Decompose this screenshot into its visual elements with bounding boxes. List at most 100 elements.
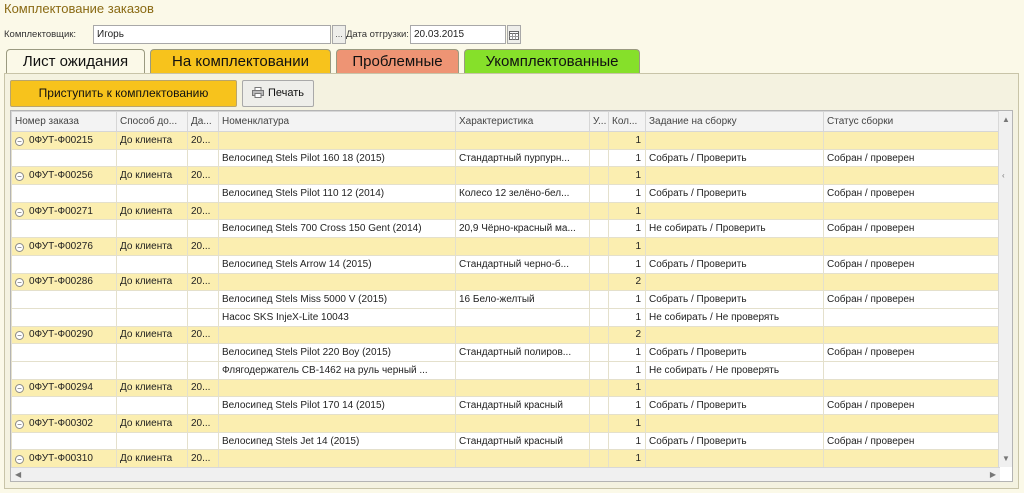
cell-assembly-task [645, 414, 824, 433]
cell-delivery-method [116, 184, 188, 203]
collapse-icon[interactable]: − [15, 136, 24, 146]
col-unit[interactable]: У... [589, 111, 609, 132]
order-item-row[interactable]: Велосипед Stels Jet 14 (2015) Стандартный… [11, 431, 1000, 451]
orders-table: Номер заказа Способ до... Да... Номенкла… [10, 110, 1013, 482]
col-characteristic[interactable]: Характеристика [455, 111, 590, 132]
picker-input[interactable]: Игорь [93, 25, 331, 44]
picker-select-button[interactable]: ... [332, 25, 346, 44]
cell-assembly-task [645, 378, 824, 398]
order-group-row[interactable]: −0ФУТ-Ф00271 До клиента 20... 1 [11, 201, 1000, 221]
tab-waiting-list[interactable]: Лист ожидания [6, 49, 145, 74]
cell-order-number: −0ФУТ-Ф00256 [11, 166, 117, 186]
tab-completed[interactable]: Укомплектованные [464, 49, 640, 74]
cell-nomenclature: Велосипед Stels Jet 14 (2015) [218, 431, 456, 451]
cell-assembly-status: Собран / проверен [823, 184, 1000, 203]
cell-nomenclature: Велосипед Stels Miss 5000 V (2015) [218, 290, 456, 309]
order-group-row[interactable]: −0ФУТ-Ф00286 До клиента 20... 2 [11, 272, 1000, 292]
order-group-row[interactable]: −0ФУТ-Ф00302 До клиента 20... 1 [11, 414, 1000, 433]
order-number: 0ФУТ-Ф00290 [29, 329, 93, 341]
cell-assembly-status [823, 449, 1000, 469]
cell-characteristic [455, 237, 590, 256]
cell-assembly-task: Собрать / Проверить [645, 343, 824, 362]
order-item-row[interactable]: Велосипед Stels Arrow 14 (2015) Стандартн… [11, 254, 1000, 274]
tab-in-assembly[interactable]: На комплектовании [150, 49, 331, 74]
cell-unit [589, 254, 609, 274]
cell-delivery-method: До клиента [116, 201, 188, 221]
collapse-icon[interactable]: − [15, 242, 24, 252]
order-item-row[interactable]: Велосипед Stels Pilot 110 12 (2014) Колес… [11, 184, 1000, 203]
collapse-icon[interactable]: − [15, 331, 24, 341]
print-button[interactable]: Печать [242, 80, 314, 107]
calendar-button[interactable] [507, 25, 521, 44]
table-header: Номер заказа Способ до... Да... Номенкла… [11, 111, 1000, 132]
cell-delivery-method [116, 254, 188, 274]
start-assembly-button[interactable]: Приступить к комплектованию [10, 80, 237, 107]
cell-date: 20... [187, 449, 219, 469]
collapse-icon[interactable]: − [15, 207, 24, 217]
order-item-row[interactable]: Велосипед Stels 700 Cross 150 Gent (2014… [11, 219, 1000, 239]
collapse-icon[interactable]: − [15, 455, 24, 465]
cell-characteristic: Стандартный красный [455, 396, 590, 415]
cell-order-number: −0ФУТ-Ф00276 [11, 237, 117, 256]
order-group-row[interactable]: −0ФУТ-Ф00215 До клиента 20... 1 [11, 131, 1000, 150]
cell-assembly-status [823, 414, 1000, 433]
collapse-icon[interactable]: − [15, 278, 24, 288]
cell-date: 20... [187, 414, 219, 433]
cell-unit [589, 201, 609, 221]
order-number: 0ФУТ-Ф00294 [29, 382, 93, 394]
cell-characteristic: Колесо 12 зелёно-бел... [455, 184, 590, 203]
scroll-up-icon[interactable]: ▲ [1002, 115, 1010, 124]
collapse-icon[interactable]: − [15, 172, 24, 182]
scroll-right-icon[interactable]: ▶ [990, 470, 996, 479]
order-item-row[interactable]: Велосипед Stels Miss 5000 V (2015) 16 Бел… [11, 290, 1000, 309]
cell-quantity: 1 [608, 184, 646, 203]
vertical-scrollbar[interactable]: ▲ ‹ ▼ [998, 111, 1012, 467]
calendar-icon [509, 31, 519, 40]
cell-date [187, 254, 219, 274]
order-item-row[interactable]: Флягодержатель СВ-1462 на руль черный ..… [11, 360, 1000, 380]
cell-order-number: −0ФУТ-Ф00215 [11, 131, 117, 150]
cell-order-number [11, 290, 117, 309]
cell-unit [589, 166, 609, 186]
cell-date [187, 360, 219, 380]
scroll-left-icon[interactable]: ◀ [15, 470, 21, 479]
order-group-row[interactable]: −0ФУТ-Ф00294 До клиента 20... 1 [11, 378, 1000, 398]
cell-delivery-method: До клиента [116, 166, 188, 186]
cell-date [187, 148, 219, 168]
printer-icon [251, 87, 264, 98]
col-assembly-task[interactable]: Задание на сборку [645, 111, 824, 132]
order-item-row[interactable]: Велосипед Stels Pilot 170 14 (2015) Станд… [11, 396, 1000, 415]
col-order-number[interactable]: Номер заказа [11, 111, 117, 132]
cell-characteristic: Стандартный красный [455, 431, 590, 451]
col-quantity[interactable]: Кол... [608, 111, 646, 132]
cell-characteristic: 20,9 Чёрно-красный ма... [455, 219, 590, 239]
order-item-row[interactable]: Велосипед Stels Pilot 160 18 (2015) Станд… [11, 148, 1000, 168]
col-date[interactable]: Да... [187, 111, 219, 132]
collapse-icon[interactable]: − [15, 419, 24, 429]
date-input[interactable]: 20.03.2015 [410, 25, 506, 44]
cell-date: 20... [187, 131, 219, 150]
cell-assembly-task: Собрать / Проверить [645, 254, 824, 274]
tab-problematic[interactable]: Проблемные [336, 49, 459, 74]
order-item-row[interactable]: Насос SKS InjeX-Lite 10043 1 Не собирать /… [11, 307, 1000, 327]
scroll-thumb-icon[interactable]: ‹ [1002, 171, 1005, 180]
col-assembly-status[interactable]: Статус сборки [823, 111, 1000, 132]
cell-nomenclature: Велосипед Stels Pilot 110 12 (2014) [218, 184, 456, 203]
col-nomenclature[interactable]: Номенклатура [218, 111, 456, 132]
order-group-row[interactable]: −0ФУТ-Ф00276 До клиента 20... 1 [11, 237, 1000, 256]
order-item-row[interactable]: Велосипед Stels Pilot 220 Boy (2015) Стан… [11, 343, 1000, 362]
cell-characteristic [455, 272, 590, 292]
cell-order-number [11, 343, 117, 362]
cell-delivery-method: До клиента [116, 378, 188, 398]
scroll-down-icon[interactable]: ▼ [1002, 454, 1010, 463]
collapse-icon[interactable]: − [15, 384, 24, 394]
cell-date [187, 343, 219, 362]
order-group-row[interactable]: −0ФУТ-Ф00290 До клиента 20... 2 [11, 325, 1000, 345]
order-group-row[interactable]: −0ФУТ-Ф00310 До клиента 20... 1 [11, 449, 1000, 469]
cell-assembly-task [645, 201, 824, 221]
cell-nomenclature [218, 449, 456, 469]
cell-unit [589, 148, 609, 168]
horizontal-scrollbar[interactable]: ◀ ▶ [11, 467, 1000, 481]
col-delivery-method[interactable]: Способ до... [116, 111, 188, 132]
order-group-row[interactable]: −0ФУТ-Ф00256 До клиента 20... 1 [11, 166, 1000, 186]
